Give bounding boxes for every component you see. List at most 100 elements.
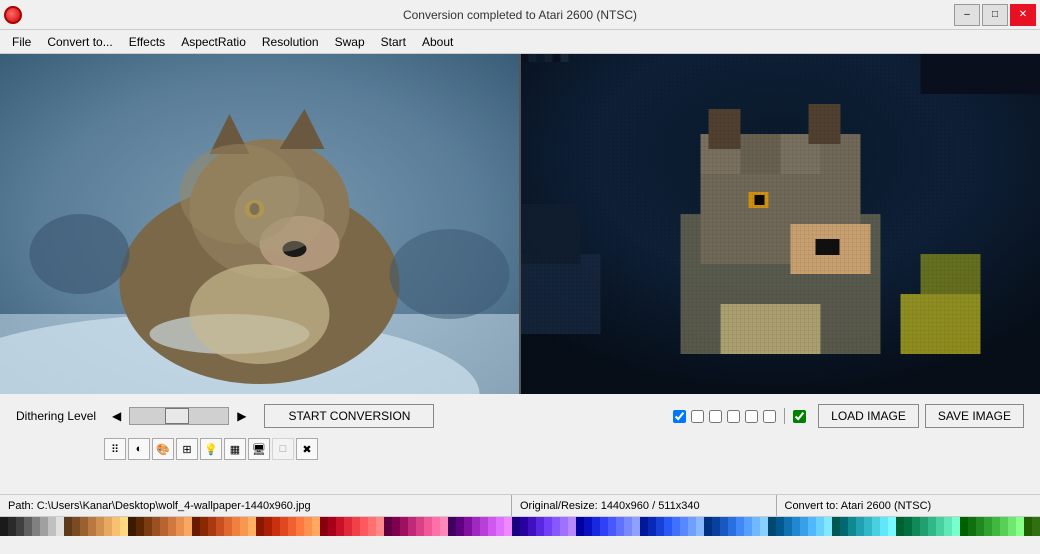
lightbulb-icon-btn[interactable]: 💡 <box>200 438 222 460</box>
checkbox-5[interactable] <box>745 410 758 423</box>
palette-color-70[interactable] <box>560 517 568 536</box>
palette-color-49[interactable] <box>392 517 400 536</box>
palette-color-39[interactable] <box>312 517 320 536</box>
palette-color-87[interactable] <box>696 517 704 536</box>
palette-color-27[interactable] <box>216 517 224 536</box>
menu-item-convert-to[interactable]: Convert to... <box>39 33 120 51</box>
palette-color-60[interactable] <box>480 517 488 536</box>
palette-color-45[interactable] <box>360 517 368 536</box>
palette-color-65[interactable] <box>520 517 528 536</box>
palette-color-47[interactable] <box>376 517 384 536</box>
palette-color-72[interactable] <box>576 517 584 536</box>
dithering-arrow-right[interactable]: ▶ <box>235 409 248 423</box>
palette-color-35[interactable] <box>280 517 288 536</box>
save-image-button[interactable]: SAVE IMAGE <box>925 404 1024 428</box>
palette-color-17[interactable] <box>136 517 144 536</box>
palette-color-119[interactable] <box>952 517 960 536</box>
palette-color-84[interactable] <box>672 517 680 536</box>
palette-color-75[interactable] <box>600 517 608 536</box>
palette-color-59[interactable] <box>472 517 480 536</box>
checkbox-1[interactable] <box>673 410 686 423</box>
palette-color-61[interactable] <box>488 517 496 536</box>
palette-color-66[interactable] <box>528 517 536 536</box>
palette-color-50[interactable] <box>400 517 408 536</box>
palette-color-24[interactable] <box>192 517 200 536</box>
grid-icon-btn[interactable]: ⊞ <box>176 438 198 460</box>
palette-color-125[interactable] <box>1000 517 1008 536</box>
half-circle-icon-btn[interactable]: ◐ <box>128 438 150 460</box>
palette-color-73[interactable] <box>584 517 592 536</box>
menu-item-file[interactable]: File <box>4 33 39 51</box>
menu-item-effects[interactable]: Effects <box>121 33 173 51</box>
palette-color-85[interactable] <box>680 517 688 536</box>
palette-color-113[interactable] <box>904 517 912 536</box>
palette-color-30[interactable] <box>240 517 248 536</box>
minimize-button[interactable]: – <box>954 4 980 26</box>
palette-color-99[interactable] <box>792 517 800 536</box>
palette-color-41[interactable] <box>328 517 336 536</box>
palette-color-96[interactable] <box>768 517 776 536</box>
palette-color-16[interactable] <box>128 517 136 536</box>
dots-pattern-icon-btn[interactable]: ⠿ <box>104 438 126 460</box>
palette-color-95[interactable] <box>760 517 768 536</box>
palette-color-54[interactable] <box>432 517 440 536</box>
palette-color-62[interactable] <box>496 517 504 536</box>
palette-color-37[interactable] <box>296 517 304 536</box>
palette-color-79[interactable] <box>632 517 640 536</box>
palette-color-108[interactable] <box>864 517 872 536</box>
palette-color-83[interactable] <box>664 517 672 536</box>
palette-color-13[interactable] <box>104 517 112 536</box>
palette-color-43[interactable] <box>344 517 352 536</box>
palette-color-91[interactable] <box>728 517 736 536</box>
palette-color-104[interactable] <box>832 517 840 536</box>
monitor-icon-btn[interactable]: 🖥 <box>248 438 270 460</box>
palette-icon-btn[interactable]: 🎨 <box>152 438 174 460</box>
palette-color-1[interactable] <box>8 517 16 536</box>
palette-color-38[interactable] <box>304 517 312 536</box>
palette-color-93[interactable] <box>744 517 752 536</box>
palette-color-97[interactable] <box>776 517 784 536</box>
palette-color-20[interactable] <box>160 517 168 536</box>
close-icon-btn[interactable]: ✖ <box>296 438 318 460</box>
dithering-arrow-left[interactable]: ◀ <box>110 409 123 423</box>
palette-color-15[interactable] <box>120 517 128 536</box>
palette-color-90[interactable] <box>720 517 728 536</box>
start-conversion-button[interactable]: START CONVERSION <box>264 404 434 428</box>
palette-color-11[interactable] <box>88 517 96 536</box>
palette-color-121[interactable] <box>968 517 976 536</box>
palette-color-127[interactable] <box>1016 517 1024 536</box>
palette-color-120[interactable] <box>960 517 968 536</box>
palette-color-28[interactable] <box>224 517 232 536</box>
palette-color-123[interactable] <box>984 517 992 536</box>
palette-color-110[interactable] <box>880 517 888 536</box>
palette-color-36[interactable] <box>288 517 296 536</box>
palette-color-106[interactable] <box>848 517 856 536</box>
checkbox-2[interactable] <box>691 410 704 423</box>
maximize-button[interactable]: □ <box>982 4 1008 26</box>
palette-color-12[interactable] <box>96 517 104 536</box>
palette-color-6[interactable] <box>48 517 56 536</box>
palette-color-89[interactable] <box>712 517 720 536</box>
menu-item-aspect-ratio[interactable]: AspectRatio <box>173 33 254 51</box>
palette-color-129[interactable] <box>1032 517 1040 536</box>
palette-color-19[interactable] <box>152 517 160 536</box>
palette-color-117[interactable] <box>936 517 944 536</box>
palette-color-88[interactable] <box>704 517 712 536</box>
palette-color-4[interactable] <box>32 517 40 536</box>
palette-color-122[interactable] <box>976 517 984 536</box>
palette-color-3[interactable] <box>24 517 32 536</box>
palette-color-8[interactable] <box>64 517 72 536</box>
checkbox-7[interactable] <box>793 410 806 423</box>
load-image-button[interactable]: LOAD IMAGE <box>818 404 919 428</box>
palette-color-33[interactable] <box>264 517 272 536</box>
palette-color-109[interactable] <box>872 517 880 536</box>
palette-color-56[interactable] <box>448 517 456 536</box>
palette-color-31[interactable] <box>248 517 256 536</box>
palette-color-124[interactable] <box>992 517 1000 536</box>
palette-color-64[interactable] <box>512 517 520 536</box>
palette-color-82[interactable] <box>656 517 664 536</box>
palette-color-111[interactable] <box>888 517 896 536</box>
palette-color-103[interactable] <box>824 517 832 536</box>
palette-color-101[interactable] <box>808 517 816 536</box>
palette-color-86[interactable] <box>688 517 696 536</box>
